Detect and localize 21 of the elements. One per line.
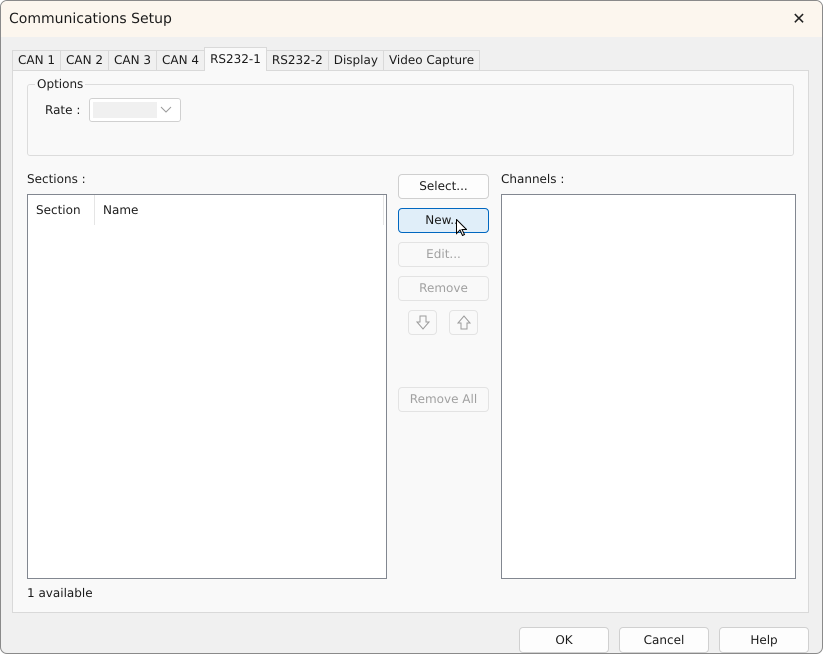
dialog-button[interactable]: Help	[719, 627, 809, 653]
status-text: 1 available	[27, 586, 94, 600]
action-button[interactable]: Select...	[398, 174, 489, 199]
window-title: Communications Setup	[9, 10, 172, 27]
action-button[interactable]: New...	[398, 208, 489, 233]
close-button[interactable]: ✕	[784, 6, 814, 32]
dialog-button[interactable]: Cancel	[619, 627, 709, 653]
rate-label: Rate :	[45, 102, 80, 117]
arrow-up-icon	[456, 314, 470, 330]
arrow-down-icon	[416, 314, 430, 330]
sections-label: Sections :	[27, 172, 87, 186]
channels-label: Channels :	[501, 172, 566, 186]
tab[interactable]: CAN 1	[12, 50, 62, 71]
column-header[interactable]: Name	[95, 194, 146, 225]
chevron-down-icon	[160, 106, 172, 114]
sections-list[interactable]: Section Name	[27, 194, 387, 579]
column-header[interactable]: Section	[28, 194, 95, 225]
group-title: Options	[35, 76, 86, 91]
tab[interactable]: Video Capture	[382, 50, 480, 71]
dialog-button[interactable]: OK	[519, 627, 609, 653]
tab[interactable]: RS232-1	[204, 46, 267, 71]
